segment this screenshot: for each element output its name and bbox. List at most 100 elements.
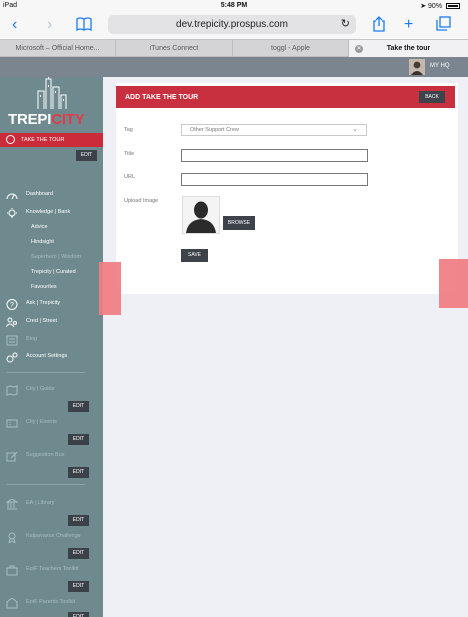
sidebar-item-superhero-wisdom[interactable]: Superhero | Wisdom <box>0 251 103 263</box>
sidebar-item-label: Superhero | Wisdom <box>31 254 82 260</box>
share-icon[interactable] <box>372 16 386 38</box>
sidebar-item-label: Kalpavaxux Challenge <box>26 533 81 539</box>
edit-button-ea-library[interactable]: EDIT <box>68 515 89 526</box>
tab-label: iTunes Connect <box>149 45 199 52</box>
sidebar-item-ea-library[interactable]: EA | Library <box>0 497 103 510</box>
sidebar: TREPICITY TAKE THE TOUR EDIT Dashboard K… <box>0 77 103 617</box>
dashboard-icon <box>6 188 18 200</box>
browse-button[interactable]: BROWSE <box>223 216 255 230</box>
sidebar-item-kalpavaxux-challenge[interactable]: Kalpavaxux Challenge <box>0 530 103 545</box>
sidebar-item-blog[interactable]: Blog <box>0 333 103 346</box>
tab-label: toggl - Apple <box>271 45 310 52</box>
forward-nav-icon[interactable]: › <box>47 14 52 36</box>
edit-button-city-events[interactable]: EDIT <box>68 434 89 445</box>
map-icon <box>6 383 18 396</box>
tag-select[interactable]: Other Support Crew ⌄ <box>181 124 367 136</box>
sidebar-item-hindsight[interactable]: Hindsight <box>0 236 103 248</box>
browser-toolbar: ‹ › dev.trepicity.prospus.com ↻ + <box>0 12 468 39</box>
new-tab-icon[interactable]: + <box>404 14 413 36</box>
avatar[interactable] <box>409 59 425 75</box>
tab-toggl[interactable]: toggl - Apple <box>233 40 349 58</box>
sidebar-item-label: Knowledge | Bank <box>26 209 71 215</box>
chevron-down-icon: ⌄ <box>352 126 358 133</box>
url-input[interactable] <box>181 173 368 186</box>
tour-icon <box>6 135 15 144</box>
sidebar-item-eotf-parents-toolkit[interactable]: EotF Parents Toolkit <box>0 596 103 609</box>
page-title: ADD TAKE THE TOUR <box>125 94 199 101</box>
title-input[interactable] <box>181 149 368 162</box>
lightbulb-icon <box>6 206 18 218</box>
tab-itunes-connect[interactable]: iTunes Connect <box>116 40 233 58</box>
sidebar-item-eotf-teachers-toolkit[interactable]: EotF Teachers Toolkit <box>0 563 103 576</box>
title-label: Title <box>124 151 135 157</box>
status-bar: iPad 5:48 PM ➤ 90% <box>0 0 468 12</box>
edit-button[interactable]: EDIT <box>76 150 97 161</box>
edit-button-city-guide[interactable]: EDIT <box>68 401 89 412</box>
location-icon: ➤ <box>420 3 427 10</box>
sidebar-item-take-the-tour[interactable]: TAKE THE TOUR <box>0 133 103 147</box>
sidebar-item-label: Ask | Trepicity <box>26 300 61 306</box>
parents-icon <box>6 596 18 609</box>
main-content: ADD TAKE THE TOUR BACK Tag Other Support… <box>103 77 468 617</box>
edit-button-eotf-teachers-toolkit[interactable]: EDIT <box>68 581 89 592</box>
sidebar-item-favourites[interactable]: Favourites <box>0 281 103 293</box>
users-icon <box>5 315 18 328</box>
add-tour-form: ADD TAKE THE TOUR BACK Tag Other Support… <box>116 83 458 294</box>
screen: iPad 5:48 PM ➤ 90% ‹ › dev.trepicity.pro… <box>0 0 468 617</box>
sidebar-item-label: EotF Parents Toolkit <box>26 599 76 605</box>
sidebar-item-label: Dashboard <box>26 191 53 197</box>
back-button[interactable]: BACK <box>419 91 445 103</box>
ticket-icon <box>6 416 18 428</box>
tab-label: Microsoft – Official Home... <box>15 45 100 52</box>
tab-microsoft[interactable]: Microsoft – Official Home... <box>0 40 116 58</box>
edit-button-eotf-parents-toolkit[interactable]: EDIT <box>68 612 89 617</box>
settings-icon <box>6 350 18 363</box>
upload-image-label: Upload Image <box>124 198 159 204</box>
svg-text:?: ? <box>10 302 14 309</box>
sidebar-item-knowledge-bank[interactable]: Knowledge | Bank <box>0 206 103 218</box>
highlight-marker-left <box>99 262 121 315</box>
close-tab-icon[interactable]: ✕ <box>355 45 363 53</box>
edit-button-suggestion-box[interactable]: EDIT <box>68 467 89 478</box>
back-nav-icon[interactable]: ‹ <box>12 14 17 36</box>
tab-take-the-tour[interactable]: ✕ Take the tour <box>349 40 468 58</box>
question-icon: ? <box>6 297 18 310</box>
sidebar-item-city-guide[interactable]: City | Guide <box>0 383 103 396</box>
sidebar-item-label: TAKE THE TOUR <box>21 137 65 143</box>
sidebar-item-city-events[interactable]: City | Events <box>0 416 103 428</box>
logo[interactable]: TREPICITY <box>8 111 85 128</box>
sidebar-item-label: Advice <box>31 224 48 230</box>
clock: 5:48 PM <box>220 2 248 9</box>
toolkit-icon <box>6 563 18 576</box>
my-hq-link[interactable]: MY HQ <box>430 63 450 69</box>
form-header: ADD TAKE THE TOUR BACK <box>116 86 455 108</box>
sidebar-item-dashboard[interactable]: Dashboard <box>0 188 103 200</box>
reload-icon[interactable]: ↻ <box>341 15 350 34</box>
url-text: dev.trepicity.prospus.com <box>176 19 288 30</box>
sidebar-item-advice[interactable]: Advice <box>0 221 103 233</box>
sidebar-item-ask-trepicity[interactable]: ? Ask | Trepicity <box>0 297 103 310</box>
tag-select-value: Other Support Crew <box>190 127 239 133</box>
tabs-overview-icon[interactable] <box>436 16 451 38</box>
sidebar-item-account-settings[interactable]: Account Settings <box>0 350 103 363</box>
sidebar-item-label: Blog <box>26 336 38 342</box>
battery-icon <box>446 3 460 9</box>
sidebar-item-trepicity-curated[interactable]: Trepicity | Curated <box>0 266 103 278</box>
sidebar-item-suggestion-box[interactable]: Suggestion Box <box>0 449 103 462</box>
url-label: URL <box>124 174 136 180</box>
sidebar-item-cred-street[interactable]: Cred | Street <box>0 315 103 328</box>
logo-part-1: TREPI <box>8 111 52 128</box>
sidebar-item-label: Favourites <box>31 284 57 290</box>
bookmarks-icon[interactable] <box>76 16 92 38</box>
address-bar[interactable]: dev.trepicity.prospus.com ↻ <box>108 15 356 34</box>
save-button[interactable]: SAVE <box>181 249 208 262</box>
sidebar-divider <box>7 372 85 373</box>
sidebar-item-label: City | Events <box>26 419 57 425</box>
tag-label: Tag <box>124 127 133 133</box>
edit-button-kalpavaxux-challenge[interactable]: EDIT <box>68 548 89 559</box>
tab-strip: Microsoft – Official Home... iTunes Conn… <box>0 39 468 58</box>
image-preview <box>182 196 220 234</box>
logo-part-2: CITY <box>51 111 85 128</box>
sidebar-item-label: Cred | Street <box>26 318 58 324</box>
sidebar-item-label: Trepicity | Curated <box>31 269 76 275</box>
